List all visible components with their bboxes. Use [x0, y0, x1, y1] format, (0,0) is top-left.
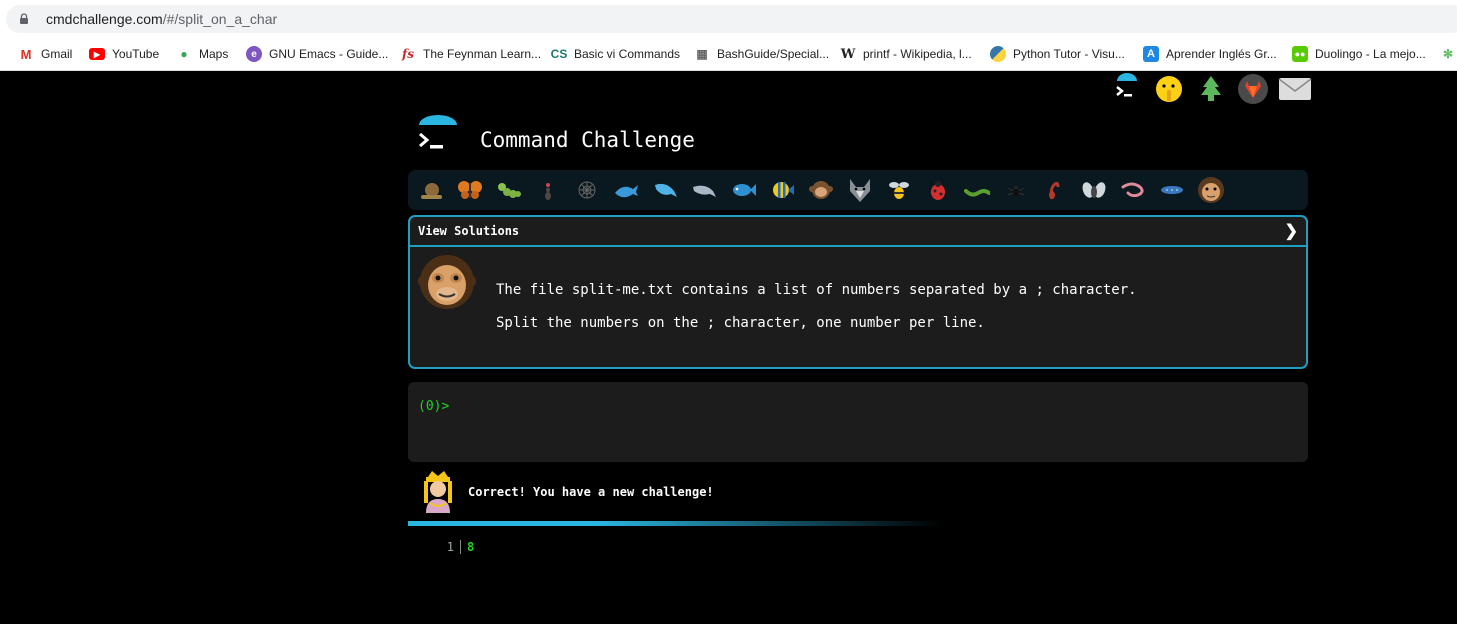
address-field[interactable]: cmdchallenge.com/#/split_on_a_char: [6, 5, 1457, 33]
bookmark-more[interactable]: ✻: [1440, 38, 1457, 70]
browser-url-bar: cmdchallenge.com/#/split_on_a_char: [0, 0, 1457, 38]
youtube-icon: ▶: [89, 48, 105, 60]
envelope-icon[interactable]: [1278, 72, 1312, 106]
worm-icon[interactable]: [962, 175, 992, 205]
challenge-icon-bar: [408, 170, 1308, 210]
url-text[interactable]: cmdchallenge.com/#/split_on_a_char: [46, 10, 277, 28]
chevron-right-icon[interactable]: ❯: [1285, 221, 1298, 241]
lock-icon: [20, 13, 28, 24]
spider-icon[interactable]: [1001, 175, 1031, 205]
maps-icon: ●: [180, 47, 188, 61]
progress-bar: [408, 521, 942, 526]
chimp-icon[interactable]: [1196, 175, 1226, 205]
queen-avatar-icon: [424, 471, 452, 513]
shrimp-icon[interactable]: [1118, 175, 1148, 205]
butterfly-icon[interactable]: [455, 175, 485, 205]
ladybug-icon[interactable]: [923, 175, 953, 205]
terminal-icon[interactable]: [1110, 72, 1144, 106]
bookmark-gmail[interactable]: M Gmail: [18, 38, 73, 70]
snail-icon[interactable]: [416, 175, 446, 205]
terminal-input[interactable]: (0)>: [408, 382, 1308, 462]
page-title: Command Challenge: [480, 128, 695, 152]
aprender-icon: A: [1143, 46, 1159, 62]
duolingo-icon: ●●: [1292, 46, 1308, 62]
view-solutions-label: View Solutions: [418, 224, 520, 238]
gitlab-icon[interactable]: [1236, 72, 1270, 106]
dolphin-gray-icon[interactable]: [689, 175, 719, 205]
bee-icon[interactable]: [884, 175, 914, 205]
status-message: Correct! You have a new challenge!: [468, 485, 714, 499]
whale-icon[interactable]: [611, 175, 641, 205]
ant-icon[interactable]: [533, 175, 563, 205]
top-icons: [1110, 72, 1312, 106]
emacs-icon: e: [246, 46, 262, 62]
tropical-fish-icon[interactable]: [767, 175, 797, 205]
caterpillar-icon[interactable]: [494, 175, 524, 205]
bookmark-vi[interactable]: CS Basic vi Commands: [551, 38, 680, 70]
bookmark-aprender[interactable]: A Aprender Inglés Gr...: [1143, 38, 1277, 70]
wikipedia-icon: W: [840, 46, 856, 62]
monkey-face-icon[interactable]: [806, 175, 836, 205]
bookmark-feynman[interactable]: fs The Feynman Learn...: [400, 38, 541, 70]
fish-icon[interactable]: [728, 175, 758, 205]
tree-icon[interactable]: [1194, 72, 1228, 106]
url-path: /#/split_on_a_char: [162, 11, 278, 27]
line-number: 1: [446, 540, 454, 554]
dolphin-icon[interactable]: [650, 175, 680, 205]
bookmark-printf[interactable]: Wprintf - Wikipedia, l...: [840, 38, 972, 70]
spider-web-icon[interactable]: [572, 175, 602, 205]
bookmark-maps[interactable]: ● Maps: [176, 38, 228, 70]
line-divider: [460, 540, 461, 554]
shush-emoji-icon[interactable]: [1152, 72, 1186, 106]
bookmark-duolingo[interactable]: ●● Duolingo - La mejo...: [1292, 38, 1426, 70]
gear-icon: ✻: [1442, 47, 1454, 61]
challenge-description-line2: Split the numbers on the ; character, on…: [496, 315, 985, 331]
challenge-panel: View Solutions ❯ The file split-me.txt c…: [408, 215, 1308, 369]
bookmark-bashguide[interactable]: ▦ BashGuide/Special...: [694, 38, 829, 70]
gmail-icon: M: [20, 46, 32, 62]
bookmark-youtube[interactable]: ▶ YouTube: [89, 38, 159, 70]
fs-icon: fs: [402, 47, 414, 61]
bookmarks-bar: M Gmail ▶ YouTube ● Maps e GNU Emacs - Guide…: [0, 38, 1457, 71]
chimp-avatar-icon: [418, 255, 476, 309]
output-line: 1 8: [440, 540, 474, 554]
fly-icon[interactable]: [1079, 175, 1109, 205]
app-area: Command Challenge View Solutions ❯ The f…: [0, 71, 1457, 624]
url-domain: cmdchallenge.com: [46, 11, 163, 27]
blue-worm-icon[interactable]: [1157, 175, 1187, 205]
terminal-prompt: (0)>: [418, 399, 450, 414]
view-solutions-header[interactable]: View Solutions ❯: [410, 217, 1306, 247]
wolf-icon[interactable]: [845, 175, 875, 205]
cs-icon: CS: [550, 47, 568, 61]
output-value: 8: [467, 540, 475, 554]
command-challenge-logo-icon: [419, 115, 457, 149]
bashguide-icon: ▦: [696, 47, 708, 61]
bookmark-python-tutor[interactable]: Python Tutor - Visu...: [990, 38, 1125, 70]
scorpion-icon[interactable]: [1040, 175, 1070, 205]
python-icon: [990, 46, 1006, 62]
bookmark-emacs[interactable]: e GNU Emacs - Guide...: [246, 38, 388, 70]
challenge-description-line1: The file split-me.txt contains a list of…: [496, 282, 1137, 298]
